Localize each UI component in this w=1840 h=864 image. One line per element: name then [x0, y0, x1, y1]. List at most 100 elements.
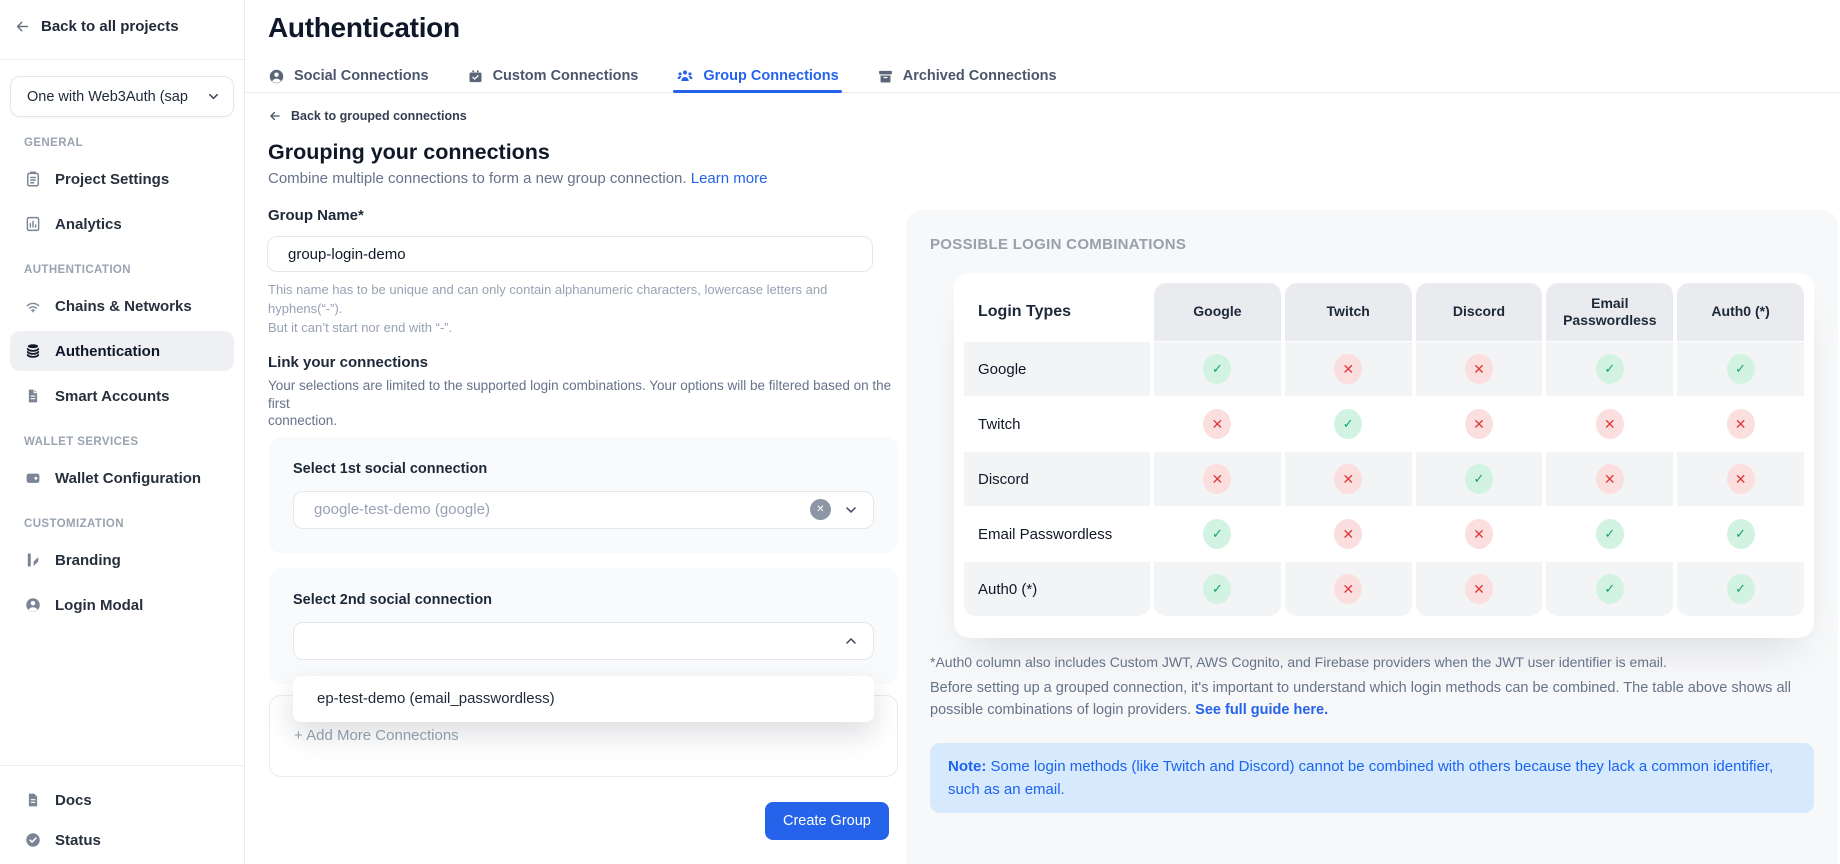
social-icon	[268, 68, 285, 85]
sidebar-item-chains-networks[interactable]: Chains & Networks	[10, 286, 234, 326]
column-discord: Discord✕✕✓✕✕	[1416, 283, 1543, 616]
sidebar-item-label: Status	[55, 832, 101, 849]
column-email-passwordless: Email Passwordless✓✕✕✓✓	[1546, 283, 1673, 616]
x-icon: ✕	[1334, 354, 1362, 384]
column-login-types: Login TypesGoogleTwitchDiscordEmail Pass…	[964, 283, 1150, 616]
section-title: Grouping your connections	[268, 140, 905, 165]
sidebar-item-analytics[interactable]: Analytics	[10, 204, 234, 244]
group-name-label: Group Name*	[268, 207, 905, 227]
combinations-table-card: Login TypesGoogleTwitchDiscordEmail Pass…	[954, 273, 1814, 638]
archive-icon	[877, 68, 894, 85]
tabs-bar: Social Connections Custom Connections Grou…	[245, 60, 1840, 93]
combo-cell: ✓	[1546, 561, 1673, 616]
chevron-up-icon[interactable]	[843, 633, 859, 649]
sidebar-item-label: Analytics	[55, 216, 122, 233]
tab-group-connections[interactable]: Group Connections	[676, 60, 838, 92]
combo-cell: ✕	[1546, 451, 1673, 506]
sidebar-item-login-modal[interactable]: Login Modal	[10, 585, 234, 625]
x-icon: ✕	[1596, 409, 1624, 439]
arrow-left-icon	[268, 109, 282, 123]
tab-label: Archived Connections	[903, 68, 1057, 84]
x-icon: ✕	[1465, 519, 1493, 549]
chevron-down-icon[interactable]	[843, 502, 859, 518]
wallet-icon	[24, 469, 42, 487]
back-to-projects-link[interactable]: Back to all projects	[0, 0, 244, 59]
learn-more-link[interactable]: Learn more	[691, 170, 768, 187]
create-group-button[interactable]: Create Group	[765, 802, 889, 840]
full-guide-link[interactable]: See full guide here.	[1195, 702, 1328, 718]
tab-custom-connections[interactable]: Custom Connections	[467, 60, 639, 92]
tab-archived-connections[interactable]: Archived Connections	[877, 60, 1057, 92]
group-form: Back to grouped connections Grouping you…	[245, 106, 905, 840]
x-icon: ✕	[1596, 464, 1624, 494]
sidebar-item-label: Docs	[55, 792, 92, 809]
page-title: Authentication	[268, 12, 1840, 44]
column-auth0: Auth0 (*)✓✕✕✓✓	[1677, 283, 1804, 616]
second-connection-select[interactable]	[293, 622, 874, 660]
first-connection-label: Select 1st social connection	[293, 461, 874, 481]
link-connections-description: Your selections are limited to the suppo…	[268, 377, 905, 430]
first-connection-select[interactable]: google-test-demo (google) ✕	[293, 491, 874, 529]
combinations-title: POSSIBLE LOGIN COMBINATIONS	[930, 236, 1814, 253]
combo-cell: ✕	[1154, 451, 1281, 506]
check-icon: ✓	[1727, 354, 1755, 384]
x-icon: ✕	[1465, 409, 1493, 439]
combo-cell: ✕	[1285, 561, 1412, 616]
connection-dropdown-option[interactable]: ep-test-demo (email_passwordless)	[293, 676, 874, 722]
back-to-grouped-connections-link[interactable]: Back to grouped connections	[268, 106, 905, 126]
sidebar-item-project-settings[interactable]: Project Settings	[10, 159, 234, 199]
x-icon: ✕	[1334, 464, 1362, 494]
sidebar: Back to all projects One with Web3Auth (…	[0, 0, 245, 864]
clear-icon[interactable]: ✕	[810, 499, 831, 520]
second-connection-label: Select 2nd social connection	[293, 592, 874, 612]
row-label-google: Google	[964, 341, 1150, 396]
sidebar-section-customization: CUSTOMIZATION	[24, 518, 220, 532]
sidebar-item-branding[interactable]: Branding	[10, 540, 234, 580]
column-header-email-passwordless: Email Passwordless	[1546, 283, 1673, 341]
x-icon: ✕	[1727, 409, 1755, 439]
combo-cell: ✕	[1677, 451, 1804, 506]
combo-cell: ✕	[1416, 341, 1543, 396]
row-label-twitch: Twitch	[964, 396, 1150, 451]
auth0-footnote: *Auth0 column also includes Custom JWT, …	[930, 654, 1814, 670]
back-to-projects-label: Back to all projects	[41, 18, 179, 35]
sidebar-item-docs[interactable]: Docs	[10, 780, 234, 820]
x-icon: ✕	[1465, 574, 1493, 604]
arrow-left-icon	[14, 18, 31, 35]
column-google: Google✓✕✕✓✓	[1154, 283, 1281, 616]
sidebar-item-authentication[interactable]: Authentication	[10, 331, 234, 371]
project-selector[interactable]: One with Web3Auth (sap	[10, 76, 234, 117]
note-box: Note: Some login methods (like Twitch an…	[930, 743, 1814, 813]
check-icon: ✓	[1203, 574, 1231, 604]
column-twitch: Twitch✕✓✕✕✕	[1285, 283, 1412, 616]
check-icon: ✓	[1596, 574, 1624, 604]
sidebar-footer: Docs Status	[0, 765, 244, 864]
sidebar-section-wallet-services: WALLET SERVICES	[24, 436, 220, 450]
user-circle-icon	[24, 596, 42, 614]
back-to-grouped-connections-label: Back to grouped connections	[291, 109, 467, 123]
sidebar-item-smart-accounts[interactable]: Smart Accounts	[10, 376, 234, 416]
combo-cell: ✓	[1154, 561, 1281, 616]
sidebar-item-wallet-configuration[interactable]: Wallet Configuration	[10, 458, 234, 498]
check-icon: ✓	[1596, 519, 1624, 549]
combo-cell: ✓	[1546, 506, 1673, 561]
sidebar-divider	[0, 59, 244, 60]
tab-social-connections[interactable]: Social Connections	[268, 60, 429, 92]
combo-cell: ✕	[1416, 396, 1543, 451]
sidebar-item-label: Wallet Configuration	[55, 470, 201, 487]
sidebar-item-label: Authentication	[55, 343, 160, 360]
combo-cell: ✓	[1154, 341, 1281, 396]
column-header-twitch: Twitch	[1285, 283, 1412, 341]
custom-icon	[467, 68, 484, 85]
combo-cell: ✓	[1285, 396, 1412, 451]
group-name-input[interactable]	[267, 236, 873, 272]
sidebar-item-status[interactable]: Status	[10, 820, 234, 860]
x-icon: ✕	[1334, 574, 1362, 604]
combo-cell: ✓	[1416, 451, 1543, 506]
sidebar-nav: GENERALProject SettingsAnalyticsAUTHENTI…	[0, 137, 244, 625]
x-icon: ✕	[1465, 354, 1493, 384]
link-connections-title: Link your connections	[268, 354, 905, 374]
note-label: Note:	[948, 758, 986, 775]
first-connection-value: google-test-demo (google)	[314, 501, 490, 518]
combo-cell: ✕	[1416, 506, 1543, 561]
